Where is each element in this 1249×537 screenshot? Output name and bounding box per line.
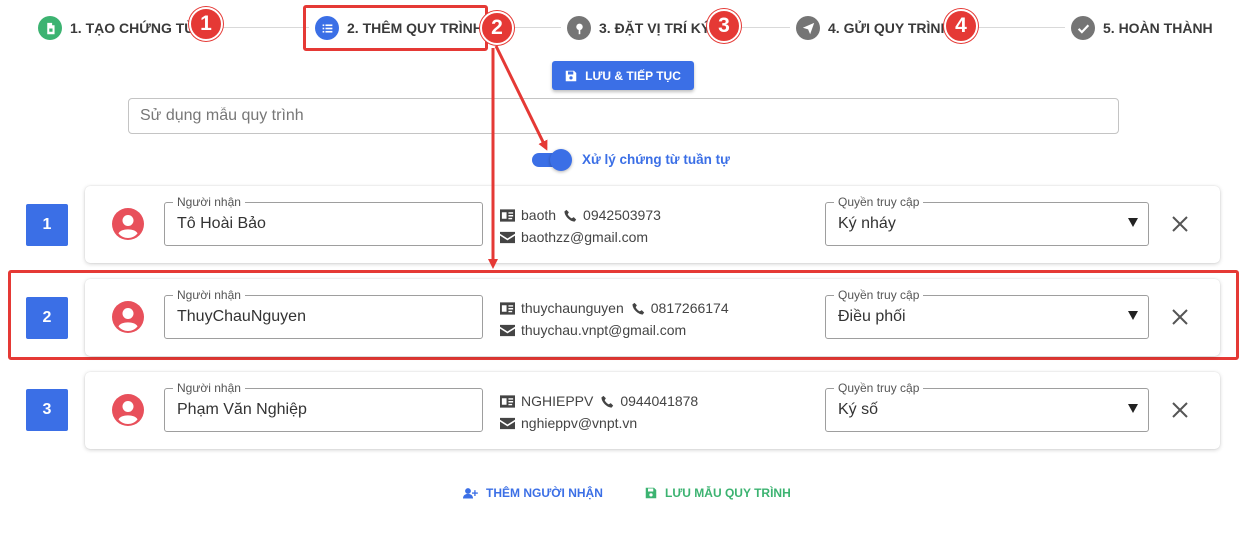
stepper: 1. TẠO CHỨNG TỪ 2. THÊM QUY TRÌNH 3. ĐẶT… [0,0,1249,56]
sequential-toggle[interactable]: Xử lý chứng từ tuần tự [532,148,730,171]
workflow-template-input[interactable] [128,98,1119,134]
access-permission-value: Điều phối [838,308,906,325]
recipient-card: Người nhận ThuyChauNguyen thuychaunguyen… [85,279,1220,356]
dropdown-caret-icon [1128,311,1138,320]
envelope-icon [500,417,515,429]
sequential-toggle-label: Xử lý chứng từ tuần tự [582,152,730,167]
annotation-badge-2: 2 [480,11,514,45]
toggle-knob [550,148,572,171]
remove-recipient-close-icon[interactable] [1170,214,1190,234]
annotation-badge-4: 4 [944,9,978,43]
step-label: 4. GỬI QUY TRÌNH [828,20,951,36]
recipient-name-legend: Người nhận [173,381,245,395]
add-recipient-label: THÊM NGƯỜI NHẬN [486,486,603,500]
recipient-name-value: ThuyChauNguyen [177,308,306,325]
step-complete[interactable]: 5. HOÀN THÀNH [1065,16,1219,40]
id-card-icon [500,208,515,222]
recipient-email: baothzz@gmail.com [521,229,649,245]
remove-recipient-close-icon[interactable] [1170,307,1190,327]
recipient-card: Người nhận Phạm Văn Nghiệp NGHIEPPV 0944… [85,372,1220,449]
check-icon [1071,16,1095,40]
floppy-disk-icon [565,70,577,81]
user-plus-icon [463,487,478,498]
floppy-disk-icon [645,487,657,499]
recipient-name-field[interactable]: Người nhận Tô Hoài Bảo [164,195,483,246]
access-permission-select[interactable]: Quyền truy cập Ký nháy [825,195,1149,246]
access-permission-legend: Quyền truy cập [834,195,924,209]
send-icon [796,16,820,40]
recipient-name-value: Phạm Văn Nghiệp [177,401,307,418]
recipient-username: NGHIEPPV [521,393,594,409]
step-send-workflow[interactable]: 4. GỬI QUY TRÌNH [790,16,957,40]
envelope-icon [500,231,515,243]
recipient-order-badge: 1 [26,204,68,246]
step-label: 5. HOÀN THÀNH [1103,20,1213,36]
phone-icon [601,395,614,408]
annotation-badge-1: 1 [189,7,223,41]
dropdown-caret-icon [1128,404,1138,413]
save-continue-label: LƯU & TIẾP TỤC [585,68,681,83]
step-create-document[interactable]: 1. TẠO CHỨNG TỪ [32,16,202,40]
step-label: 3. ĐẶT VỊ TRÍ KÝ [599,20,711,36]
recipient-name-field[interactable]: Người nhận ThuyChauNguyen [164,288,483,339]
recipient-order-badge: 3 [26,389,68,431]
phone-icon [564,209,577,222]
access-permission-legend: Quyền truy cập [834,381,924,395]
recipient-phone: 0817266174 [650,300,729,316]
id-card-icon [500,301,515,315]
recipient-name-value: Tô Hoài Bảo [177,215,266,232]
recipient-email: thuychau.vnpt@gmail.com [521,322,687,338]
recipient-phone: 0942503973 [583,207,661,223]
step-place-signature[interactable]: 3. ĐẶT VỊ TRÍ KÝ [561,16,717,40]
envelope-icon [500,324,515,336]
recipient-contact-info: NGHIEPPV 0944041878 nghieppv@vnpt.vn [500,390,698,434]
recipient-phone: 0944041878 [620,393,699,409]
user-avatar-icon [112,394,144,426]
user-avatar-icon [112,301,144,333]
step-label: 1. TẠO CHỨNG TỪ [70,20,196,36]
recipient-email: nghieppv@vnpt.vn [521,415,638,431]
pin-icon [567,16,591,40]
recipient-contact-info: thuychaunguyen 0817266174 thuychau.vnpt@… [500,297,729,341]
recipient-name-legend: Người nhận [173,195,245,209]
save-template-button[interactable]: LƯU MẪU QUY TRÌNH [645,486,791,500]
phone-icon [632,302,645,315]
document-icon [38,16,62,40]
recipient-username: thuychaunguyen [521,300,624,316]
access-permission-select[interactable]: Quyền truy cập Điều phối [825,288,1149,339]
highlight-step-2 [303,5,488,51]
recipient-order-badge: 2 [26,297,68,339]
access-permission-legend: Quyền truy cập [834,288,924,302]
annotation-badge-3: 3 [707,9,741,43]
id-card-icon [500,394,515,408]
remove-recipient-close-icon[interactable] [1170,400,1190,420]
access-permission-select[interactable]: Quyền truy cập Ký số [825,381,1149,432]
dropdown-caret-icon [1128,218,1138,227]
add-recipient-button[interactable]: THÊM NGƯỜI NHẬN [463,486,603,500]
save-continue-button[interactable]: LƯU & TIẾP TỤC [552,61,694,90]
recipient-contact-info: baoth 0942503973 baothzz@gmail.com [500,204,661,248]
recipient-name-field[interactable]: Người nhận Phạm Văn Nghiệp [164,381,483,432]
access-permission-value: Ký nháy [838,215,896,232]
save-template-label: LƯU MẪU QUY TRÌNH [665,486,791,500]
toggle-switch[interactable] [532,148,572,171]
recipient-username: baoth [521,207,557,223]
recipient-card: Người nhận Tô Hoài Bảo baoth 0942503973 … [85,186,1220,263]
recipient-name-legend: Người nhận [173,288,245,302]
user-avatar-icon [112,208,144,240]
access-permission-value: Ký số [838,401,879,418]
